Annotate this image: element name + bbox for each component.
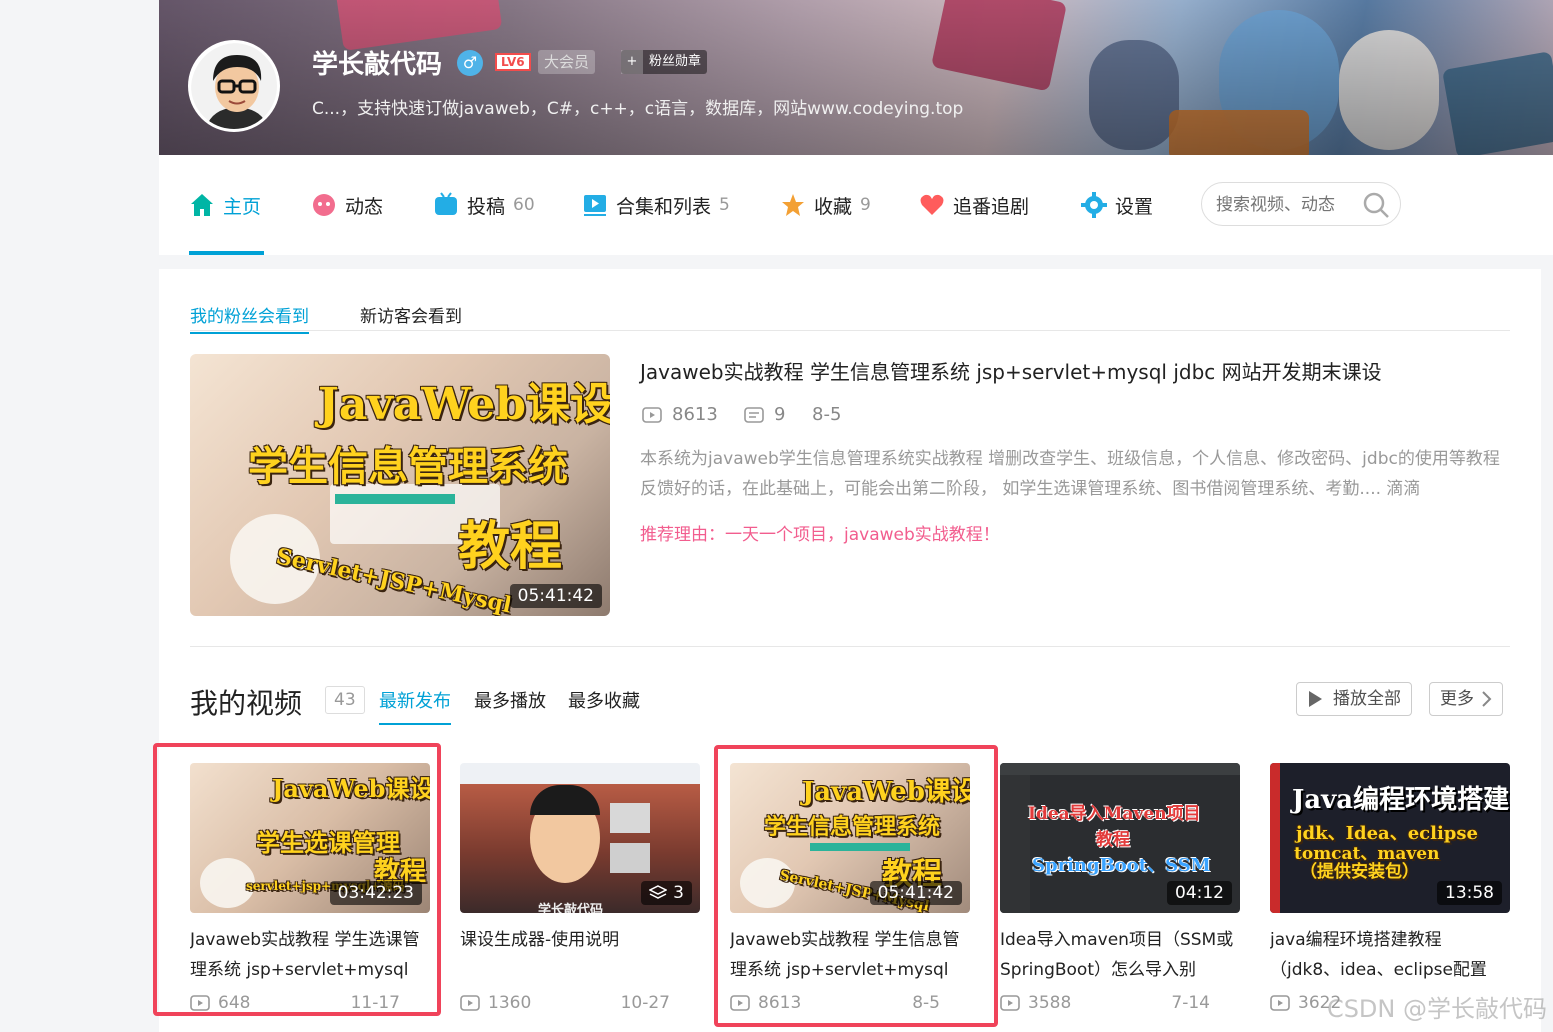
tab-visitors-view[interactable]: 新访客会看到: [360, 302, 462, 327]
tab-collections-count: 5: [719, 195, 730, 215]
featured-views-value: 8613: [672, 404, 718, 425]
thumb-text: 学生信息管理系统: [248, 443, 568, 490]
gear-icon: [1081, 192, 1107, 218]
tab-favorites[interactable]: 收藏 9: [780, 190, 871, 220]
video-duration: 05:41:42: [509, 584, 602, 608]
thumb-text: （提供安装包）: [1300, 862, 1419, 882]
search-icon[interactable]: [1362, 191, 1390, 219]
dynamic-icon: [313, 194, 335, 216]
video-meta: 1360 10-27: [460, 993, 700, 1013]
csdn-watermark: CSDN @学长敲代码: [1326, 995, 1547, 1023]
tab-collections-label: 合集和列表: [616, 195, 712, 218]
highlight-box: [714, 745, 998, 1027]
divider: [190, 646, 1510, 647]
tab-home-label: 主页: [223, 195, 262, 218]
tab-dynamic[interactable]: 动态: [311, 190, 383, 220]
tab-latest[interactable]: 最新发布: [379, 687, 451, 725]
search-input[interactable]: [1216, 193, 1356, 217]
tab-collections[interactable]: 合集和列表 5: [582, 190, 730, 220]
gender-male-icon: ♂: [457, 50, 483, 76]
play-all-label: 播放全部: [1333, 689, 1401, 709]
user-avatar[interactable]: [188, 40, 280, 132]
play-icon: [1309, 691, 1322, 707]
playlist-icon: [584, 195, 606, 216]
play-count-icon: [1270, 995, 1290, 1011]
stack-count: 3: [673, 883, 684, 903]
tab-posts-label: 投稿: [467, 195, 506, 218]
video-title[interactable]: Idea导入maven项目（SSM或SpringBoot）怎么导入别: [1000, 925, 1240, 985]
thumb-text: Idea导入Maven项目: [1028, 804, 1201, 824]
video-date: 10-27: [620, 993, 670, 1013]
tab-dynamic-label: 动态: [345, 195, 384, 218]
tab-posts[interactable]: 投稿 60: [433, 190, 535, 220]
featured-video-title[interactable]: Javaweb实战教程 学生信息管理系统 jsp+servlet+mysql j…: [640, 356, 1382, 385]
home-icon: [191, 194, 213, 216]
divider: [190, 330, 1510, 331]
featured-comments: 9: [744, 404, 785, 425]
active-tab-indicator: [189, 251, 264, 255]
featured-description: 本系统为javaweb学生信息管理系统实战教程 增删改查学生、班级信息，个人信息…: [640, 449, 1500, 499]
fans-medal-badge[interactable]: + 粉丝勋章: [621, 50, 708, 74]
more-button[interactable]: 更多: [1429, 682, 1503, 716]
featured-reason: 推荐理由：一天一个项目，javaweb实战教程！: [640, 525, 1000, 545]
username: 学长敲代码: [312, 50, 443, 80]
space-search-box[interactable]: [1201, 182, 1401, 226]
play-count-icon: [1000, 995, 1020, 1011]
tab-most-played[interactable]: 最多播放: [474, 687, 546, 713]
video-thumbnail[interactable]: Java编程环境搭建 jdk、Idea、eclipse tomcat、maven…: [1270, 763, 1510, 913]
star-icon: [782, 194, 804, 216]
tab-settings[interactable]: 设置: [1081, 190, 1153, 220]
play-all-button[interactable]: 播放全部: [1296, 682, 1412, 716]
thumb-caption: 学长敲代码: [538, 903, 604, 913]
video-thumbnail[interactable]: Idea导入Maven项目 教程 SpringBoot、SSM 04:12: [1000, 763, 1240, 913]
video-views: 1360: [488, 993, 532, 1013]
thumb-text: JavaWeb课设: [318, 379, 610, 430]
video-date: 7-14: [1171, 993, 1210, 1013]
thumb-text: SpringBoot、SSM: [1032, 855, 1211, 876]
plus-icon: +: [621, 50, 643, 74]
video-card[interactable]: 学长敲代码 3 课设生成器-使用说明 1360 10-27: [460, 763, 700, 1013]
tab-bangumi[interactable]: 追番追剧: [919, 190, 1029, 220]
layers-icon: [649, 885, 668, 899]
heart-icon: [920, 194, 944, 215]
featured-views: 8613: [642, 404, 718, 425]
tab-settings-label: 设置: [1115, 195, 1154, 218]
my-videos-count: 43: [325, 686, 365, 714]
video-thumbnail[interactable]: 学长敲代码 3: [460, 763, 700, 913]
video-duration: 04:12: [1167, 881, 1232, 905]
tab-bangumi-label: 追番追剧: [953, 195, 1030, 218]
featured-video-thumbnail[interactable]: JavaWeb课设 学生信息管理系统 教程 Servlet+JSP+Mysql …: [190, 354, 610, 616]
thumb-text: 教程: [1096, 830, 1130, 850]
chevron-right-icon: [1482, 691, 1492, 707]
highlight-box: [153, 743, 441, 1016]
video-card[interactable]: Idea导入Maven项目 教程 SpringBoot、SSM 04:12 Id…: [1000, 763, 1240, 1013]
video-views: 3588: [1028, 993, 1072, 1013]
collection-count-badge: 3: [641, 881, 692, 905]
tab-favorites-count: 9: [860, 195, 871, 215]
play-count-icon: [460, 995, 480, 1011]
video-title[interactable]: 课设生成器-使用说明: [460, 925, 700, 985]
tab-favorites-label: 收藏: [814, 195, 853, 218]
fans-medal-label: 粉丝勋章: [649, 54, 702, 69]
video-card[interactable]: Java编程环境搭建 jdk、Idea、eclipse tomcat、maven…: [1270, 763, 1510, 1013]
video-duration: 13:58: [1437, 881, 1502, 905]
vip-badge[interactable]: 大会员: [538, 50, 596, 74]
video-meta: 3588 7-14: [1000, 993, 1240, 1013]
thumb-text: Java编程环境搭建: [1292, 785, 1510, 815]
tab-posts-count: 60: [513, 195, 535, 215]
tv-icon: [435, 192, 457, 215]
tab-most-favorited[interactable]: 最多收藏: [568, 687, 640, 713]
user-signature[interactable]: C...，支持快速订做javaweb，C#，c++，c语言，数据库，网站www.…: [312, 94, 963, 119]
tab-home[interactable]: 主页: [189, 190, 261, 220]
more-label: 更多: [1440, 689, 1474, 709]
comment-icon: [744, 406, 764, 423]
featured-comments-value: 9: [774, 404, 786, 425]
level-badge: LV6: [495, 53, 531, 71]
video-title[interactable]: java编程环境搭建教程（jdk8、idea、eclipse配置: [1270, 925, 1510, 985]
my-videos-title: 我的视频: [190, 687, 303, 720]
thumb-text: 教程: [458, 516, 563, 577]
featured-date: 8-5: [812, 404, 842, 425]
play-count-icon: [642, 406, 662, 423]
